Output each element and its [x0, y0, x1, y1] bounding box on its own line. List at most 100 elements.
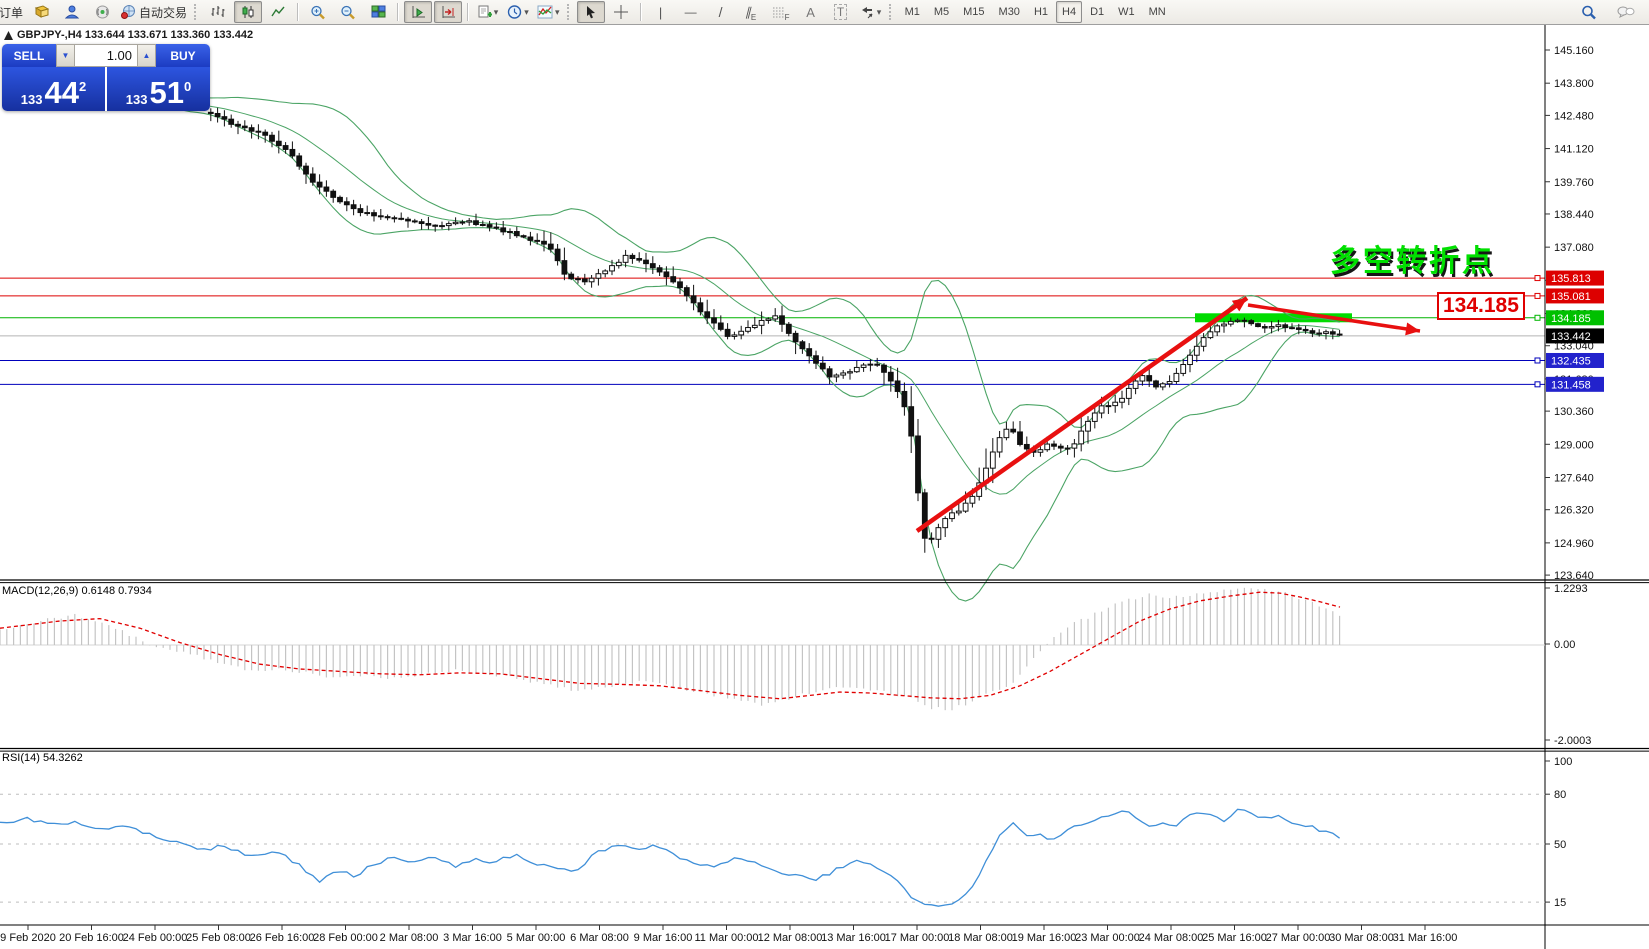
line-chart-button[interactable] — [264, 1, 292, 23]
time-axis-label: 24 Feb 00:00 — [123, 932, 188, 944]
text-tool[interactable]: A — [797, 1, 825, 23]
timeframe-m1[interactable]: M1 — [899, 1, 926, 23]
text-label-tool[interactable]: T — [827, 1, 855, 23]
price-axis-layer: 145.160143.800142.480141.120139.760138.4… — [1545, 24, 1604, 949]
level-anchor-marker[interactable] — [1535, 358, 1540, 363]
zoom-out-button[interactable] — [334, 1, 362, 23]
candle-body — [1038, 450, 1043, 453]
metaeditor-icon[interactable] — [28, 1, 56, 23]
periods-button[interactable]: ▾ — [504, 1, 532, 23]
time-axis-label: 3 Mar 16:00 — [443, 932, 502, 944]
timeframe-mn[interactable]: MN — [1143, 1, 1172, 23]
fibonacci-tool[interactable]: F — [767, 1, 795, 23]
community-profile-icon[interactable] — [58, 1, 86, 23]
chevron-down-icon[interactable]: ▾ — [555, 7, 560, 18]
bar-chart-button[interactable] — [204, 1, 232, 23]
autotrading-button[interactable]: 自动交易 — [118, 1, 190, 23]
candle-body — [861, 365, 866, 367]
timeframe-h4[interactable]: H4 — [1056, 1, 1082, 23]
toolbar-drag-handle[interactable] — [194, 4, 200, 20]
channel-tool[interactable]: ∥ E — [737, 1, 765, 23]
chart-canvas[interactable]: 145.160143.800142.480141.120139.760138.4… — [0, 0, 1649, 949]
price-axis-tick-label: 126.320 — [1554, 505, 1594, 517]
candle-body — [446, 224, 451, 226]
buy-button[interactable]: BUY — [156, 44, 210, 67]
candle-body — [508, 232, 513, 233]
candle-body — [610, 266, 615, 271]
candle-body — [521, 236, 526, 237]
chevron-down-icon[interactable]: ▾ — [877, 7, 882, 18]
buy-price-base: 133 — [126, 92, 148, 107]
volume-down-button[interactable]: ▼ — [56, 44, 75, 67]
candle-body — [365, 213, 370, 214]
candle-body — [644, 260, 649, 263]
time-axis-label: 31 Mar 16:00 — [1393, 932, 1458, 944]
price-axis-tick-label: 143.800 — [1554, 78, 1594, 90]
candle-body — [929, 538, 934, 539]
level-anchor-marker[interactable] — [1535, 276, 1540, 281]
candle-body — [725, 329, 730, 336]
channel-letter: E — [751, 13, 756, 22]
auto-scroll-button[interactable] — [404, 1, 432, 23]
level-anchor-marker[interactable] — [1535, 382, 1540, 387]
candle-body — [657, 268, 662, 272]
price-axis-tick-label: 137.080 — [1554, 242, 1594, 254]
search-button[interactable] — [1575, 1, 1603, 23]
candle-body — [229, 119, 234, 124]
time-axis-layer: 9 Feb 202020 Feb 16:0024 Feb 00:0025 Feb… — [0, 925, 1649, 944]
level-anchor-marker[interactable] — [1535, 293, 1540, 298]
toolbar-drag-handle[interactable] — [889, 4, 895, 20]
candle-body — [222, 117, 227, 120]
candle-body — [1092, 413, 1097, 421]
buy-price-button[interactable]: 133 51 0 — [107, 67, 210, 111]
volume-input[interactable]: 1.00 — [75, 44, 137, 67]
vertical-line-tool[interactable]: | — [647, 1, 675, 23]
timeframe-m15[interactable]: M15 — [957, 1, 990, 23]
new-order-button[interactable]: 订单 — [0, 1, 26, 23]
candle-body — [297, 156, 302, 166]
symbol-ohlc-text: GBPJPY-,H4 133.644 133.671 133.360 133.4… — [17, 29, 253, 41]
candle-body — [562, 261, 567, 274]
cursor-button[interactable] — [577, 1, 605, 23]
timeframe-m5[interactable]: M5 — [928, 1, 955, 23]
time-axis-label: 20 Feb 16:00 — [59, 932, 124, 944]
volume-up-button[interactable]: ▲ — [137, 44, 156, 67]
candle-body — [616, 262, 621, 265]
candlestick-chart-button[interactable] — [234, 1, 262, 23]
candle-body — [1126, 388, 1131, 398]
candle-body — [630, 255, 635, 258]
signals-icon[interactable] — [88, 1, 116, 23]
tile-windows-button[interactable] — [364, 1, 392, 23]
buy-price-big: 51 — [149, 79, 183, 107]
new-chart-button[interactable]: ▾ — [474, 1, 502, 23]
chart-shift-icon — [441, 5, 456, 19]
candle-body — [888, 372, 893, 381]
candle-body — [276, 141, 281, 145]
horizontal-line-tool[interactable]: — — [677, 1, 705, 23]
zoom-in-button[interactable] — [304, 1, 332, 23]
timeframe-h1[interactable]: H1 — [1028, 1, 1054, 23]
macd-label: MACD(12,26,9) 0.6148 0.7934 — [2, 585, 152, 597]
candle-body — [936, 528, 941, 540]
chevron-down-icon[interactable]: ▾ — [494, 7, 499, 18]
arrows-tool[interactable]: ▾ — [857, 1, 885, 23]
timeframe-d1[interactable]: D1 — [1084, 1, 1110, 23]
timeframe-w1[interactable]: W1 — [1112, 1, 1141, 23]
toolbar-drag-handle[interactable] — [567, 4, 573, 20]
chevron-down-icon[interactable]: ▾ — [524, 7, 529, 18]
candle-body — [800, 342, 805, 349]
sell-button[interactable]: SELL — [2, 44, 56, 67]
chat-button[interactable] — [1612, 1, 1640, 23]
timeframe-m30[interactable]: M30 — [993, 1, 1026, 23]
trendline-tool[interactable]: / — [707, 1, 735, 23]
price-axis-tick-label: 145.160 — [1554, 45, 1594, 57]
chart-shift-button[interactable] — [434, 1, 462, 23]
crosshair-button[interactable] — [607, 1, 635, 23]
sell-price-button[interactable]: 133 44 2 — [2, 67, 105, 111]
candle-body — [392, 218, 397, 219]
candle-body — [582, 279, 587, 282]
tile-windows-icon — [371, 5, 386, 19]
indicators-button[interactable]: ▾ — [534, 1, 563, 23]
candle-body — [1160, 384, 1165, 387]
level-anchor-marker[interactable] — [1535, 315, 1540, 320]
